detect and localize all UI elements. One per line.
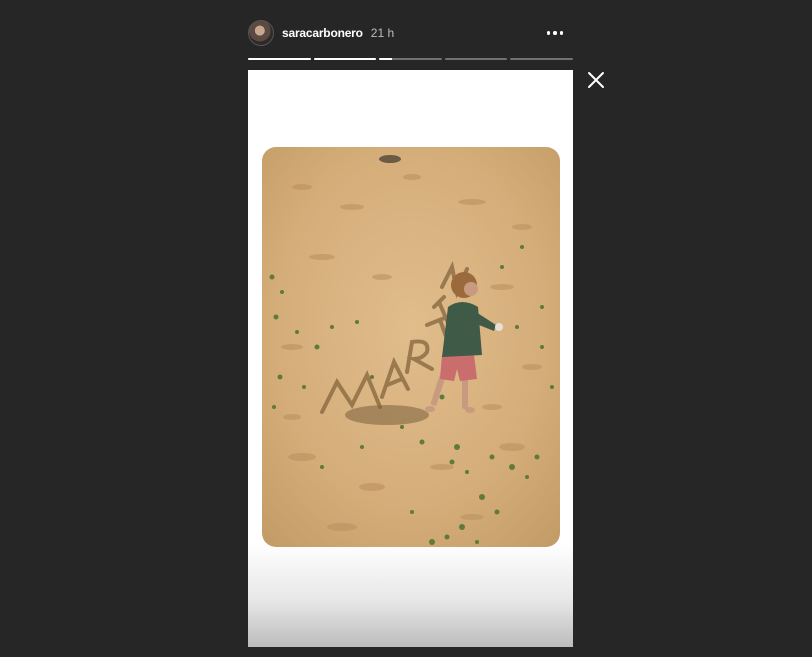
progress-segment	[313, 58, 377, 60]
story-frame[interactable]	[248, 70, 573, 647]
progress-segment	[444, 58, 508, 60]
beach-sand-image	[262, 147, 560, 547]
story-photo	[262, 147, 560, 547]
progress-segment	[248, 58, 311, 60]
progress-segment	[379, 58, 442, 60]
progress-segment	[510, 58, 573, 60]
username[interactable]: saracarbonero	[282, 26, 363, 40]
more-options-icon[interactable]	[545, 23, 565, 43]
close-icon[interactable]	[587, 71, 605, 89]
story-header: saracarbonero 21 h	[248, 19, 573, 47]
timestamp: 21 h	[370, 26, 395, 40]
avatar[interactable]	[248, 20, 274, 46]
story-progress-bar	[248, 58, 573, 60]
